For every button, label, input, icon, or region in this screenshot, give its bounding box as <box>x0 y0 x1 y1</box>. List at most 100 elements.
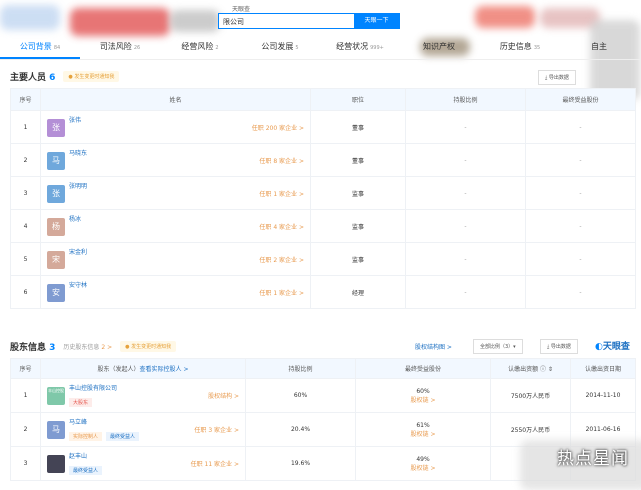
export-button[interactable]: ⤓ 导出数据 <box>538 70 576 85</box>
table-row: 5 宋 宋金利 任职 2 家企业 > 监事 - - <box>10 242 636 276</box>
header-cell: 序号 <box>10 88 41 111</box>
person-name[interactable]: 张明明 <box>69 181 87 190</box>
benefit-cell: 61% 股权链 > <box>355 412 491 447</box>
tab-0[interactable]: 公司背景 84 <box>0 36 80 59</box>
header-cell: 最终受益股份 <box>525 88 636 111</box>
tab-1[interactable]: 司法风险 26 <box>80 36 160 59</box>
row-number: 3 <box>10 446 41 481</box>
row-number: 1 <box>10 110 41 144</box>
person-name[interactable]: 安守林 <box>69 280 87 289</box>
positions-link[interactable]: 任职 8 家企业 > <box>259 156 304 165</box>
brand-logo: ◐天眼查 <box>595 342 630 352</box>
avatar: 张 <box>47 119 65 137</box>
ratio: 20.4% <box>245 412 356 447</box>
tab-6[interactable]: 历史信息 35 <box>480 36 560 59</box>
avatar: 丰山控股 <box>47 387 65 405</box>
person-name[interactable]: 马晓东 <box>69 148 87 157</box>
equity-chain-link[interactable]: 股权链 > <box>356 463 490 472</box>
person-name[interactable]: 宋金利 <box>69 247 87 256</box>
structure-link[interactable]: 股权结构图 > <box>415 342 452 351</box>
person-name[interactable]: 杨冰 <box>69 214 81 223</box>
actual-controller-link[interactable]: 查看实际控股人 > <box>140 366 189 373</box>
history-link[interactable]: 历史股东信息 2 > <box>63 342 112 351</box>
header-cell: 姓名 <box>40 88 311 111</box>
benefit: - <box>525 110 636 144</box>
ratio: - <box>405 176 526 210</box>
avatar: 宋 <box>47 251 65 269</box>
avatar: 张 <box>47 185 65 203</box>
ratio: 19.6% <box>245 446 356 481</box>
search-input[interactable]: 限公司 × 天眼一下 <box>218 13 400 29</box>
positions-link[interactable]: 任职 2 家企业 > <box>259 255 304 264</box>
tab-bar: 公司背景 84 司法风险 26 经营风险 2 公司发展 5 经营状况 999+ 知识产权 历史信息 35… <box>0 36 641 60</box>
avatar: 马 <box>47 152 65 170</box>
header-cell: 持股比例 <box>405 88 526 111</box>
ratio-filter[interactable]: 全部比例（3）▾ <box>473 339 523 354</box>
ratio: - <box>405 143 526 177</box>
shareholder-link[interactable]: 任职 3 家企业 > <box>194 425 239 434</box>
benefit: 61% <box>416 421 430 429</box>
ratio: - <box>405 209 526 243</box>
personnel-table: 序号 姓名 职位 持股比例 最终受益股份 1 张 张伟 任职 200 家企业 >… <box>10 88 636 309</box>
benefit: - <box>525 275 636 309</box>
person-name[interactable]: 张伟 <box>69 115 81 124</box>
avatar <box>47 455 65 473</box>
header-cell: 职位 <box>310 88 406 111</box>
shareholder-name[interactable]: 丰山控股有限公司 <box>69 383 117 392</box>
header-cell: 股东（发起人）查看实际控股人 > <box>40 358 246 379</box>
ratio: - <box>405 275 526 309</box>
tab-3[interactable]: 公司发展 5 <box>240 36 320 59</box>
ratio: - <box>405 242 526 276</box>
row-number: 2 <box>10 412 41 447</box>
positions-link[interactable]: 任职 200 家企业 > <box>252 123 304 132</box>
benefit: 60% <box>416 387 430 395</box>
tag: 最终受益人 <box>69 466 103 475</box>
row-number: 5 <box>10 242 41 276</box>
search-value: 限公司 <box>223 18 244 26</box>
row-number: 4 <box>10 209 41 243</box>
tag: 大股东 <box>69 398 93 407</box>
positions-link[interactable]: 任职 1 家企业 > <box>259 288 304 297</box>
export-button[interactable]: ⤓ 导出数据 <box>540 339 578 354</box>
table-row: 2 马 马晓东 任职 8 家企业 > 董事 - - <box>10 143 636 177</box>
table-row: 6 安 安守林 任职 1 家企业 > 经理 - - <box>10 275 636 309</box>
subscribed-date: 2014-11-10 <box>570 378 636 413</box>
tab-2[interactable]: 经营风险 2 <box>160 36 240 59</box>
shareholder-name[interactable]: 赵丰山 <box>69 451 87 460</box>
header-cell: 最终受益股份 <box>355 358 491 379</box>
shareholder-name[interactable]: 马立峰 <box>69 417 87 426</box>
benefit: 49% <box>416 455 430 463</box>
notify-badge[interactable]: ● 发生变更时通知我 <box>120 341 177 352</box>
avatar: 马 <box>47 421 65 439</box>
header-cell: 持股比例 <box>245 358 356 379</box>
header-cell[interactable]: 认缴出资额 ⓘ ⇕ <box>490 358 571 379</box>
personnel-header: 主要人员 6 ● 发生变更时通知我 <box>10 70 120 83</box>
tab-7[interactable]: 自主 <box>560 36 640 59</box>
tab-4[interactable]: 经营状况 999+ <box>320 36 400 59</box>
table-row: 1 丰山控股 丰山控股有限公司 大股东 股权结构 > 60% 60% 股权链 > … <box>10 378 636 413</box>
shareholder-link[interactable]: 股权结构 > <box>208 391 239 400</box>
table-row: 4 杨 杨冰 任职 4 家企业 > 监事 - - <box>10 209 636 243</box>
row-number: 1 <box>10 378 41 413</box>
shareholder-link[interactable]: 任职 11 家企业 > <box>191 459 239 468</box>
equity-chain-link[interactable]: 股权链 > <box>356 395 490 404</box>
role: 董事 <box>310 110 406 144</box>
ratio: - <box>405 110 526 144</box>
shareholder-header: 股东信息 3 历史股东信息 2 > ● 发生变更时通知我 <box>10 340 177 353</box>
role: 监事 <box>310 176 406 210</box>
row-number: 3 <box>10 176 41 210</box>
role: 董事 <box>310 143 406 177</box>
positions-link[interactable]: 任职 1 家企业 > <box>259 189 304 198</box>
benefit: - <box>525 143 636 177</box>
benefit-cell: 49% 股权链 > <box>355 446 491 481</box>
search-label: 天眼查 <box>232 6 251 13</box>
equity-chain-link[interactable]: 股权链 > <box>356 429 490 438</box>
notify-badge[interactable]: ● 发生变更时通知我 <box>63 71 120 82</box>
avatar: 安 <box>47 284 65 302</box>
table-row: 3 张 张明明 任职 1 家企业 > 监事 - - <box>10 176 636 210</box>
tab-5[interactable]: 知识产权 <box>400 36 480 59</box>
table-row: 1 张 张伟 任职 200 家企业 > 董事 - - <box>10 110 636 144</box>
search-button[interactable]: 天眼一下 <box>354 13 399 29</box>
role: 监事 <box>310 242 406 276</box>
positions-link[interactable]: 任职 4 家企业 > <box>259 222 304 231</box>
